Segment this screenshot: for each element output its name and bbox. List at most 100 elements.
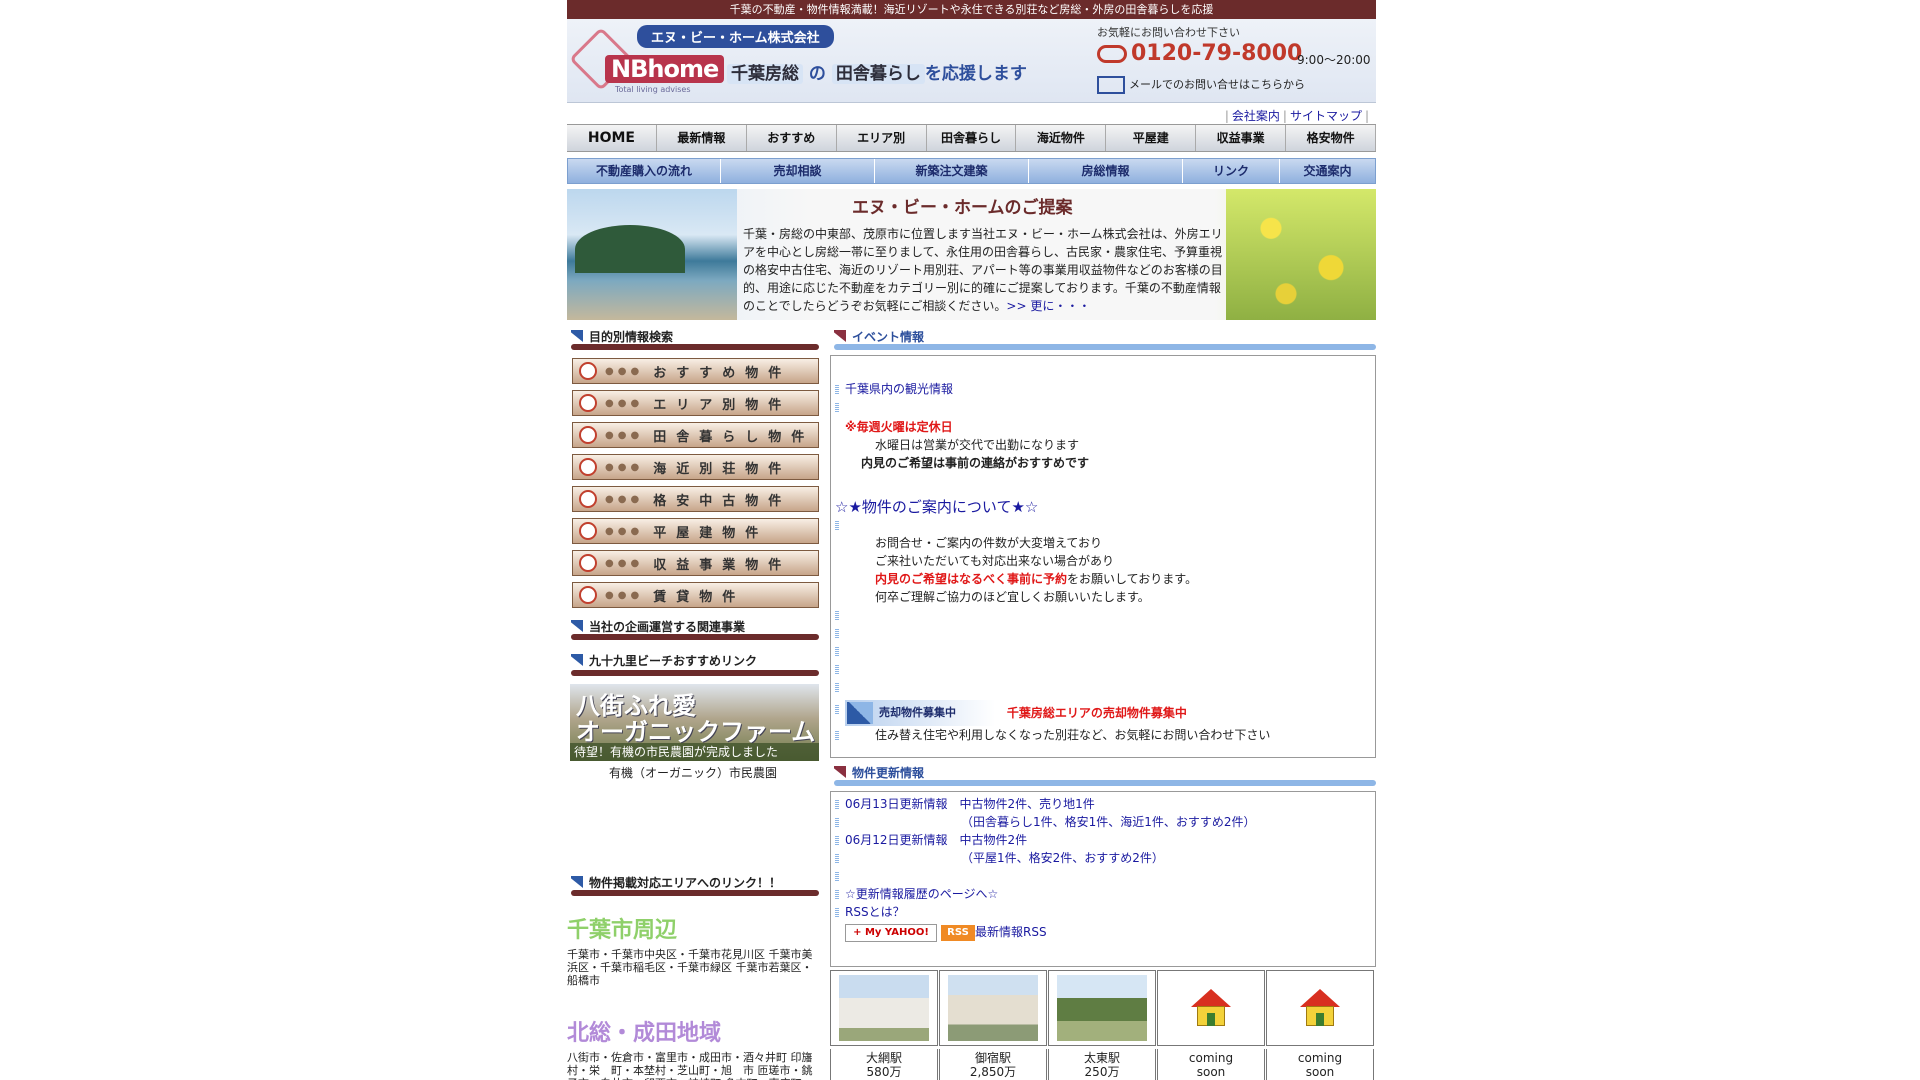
nav-latest[interactable]: 最新情報 bbox=[657, 125, 747, 151]
phone-number: 0120-79-8000 bbox=[1097, 41, 1302, 66]
banner-title: エヌ・ビー・ホームのご提案 bbox=[852, 198, 1073, 218]
rss-icon[interactable]: RSS bbox=[941, 924, 975, 941]
arrow-icon bbox=[571, 620, 583, 632]
update-detail: （平屋1件、格安2件、おすすめ2件） bbox=[961, 851, 1164, 865]
nav-income[interactable]: 収益事業 bbox=[1196, 125, 1287, 151]
house-photo bbox=[948, 975, 1038, 1041]
property-card[interactable]: 大網駅 580万 bbox=[830, 970, 938, 1080]
nav-country-living[interactable]: 田舎暮らし bbox=[927, 125, 1017, 151]
magnifier-icon bbox=[579, 362, 597, 380]
property-card[interactable]: 太東駅 250万 bbox=[1048, 970, 1156, 1080]
magnifier-icon bbox=[579, 490, 597, 508]
nav-links[interactable]: リンク bbox=[1183, 159, 1280, 183]
magnifier-icon bbox=[579, 586, 597, 604]
arrow-icon bbox=[571, 654, 583, 666]
nav-bargain[interactable]: 格安物件 bbox=[1286, 125, 1376, 151]
property-gallery: 大網駅 580万 御宿駅 2,850万 太東駅 250万 coming soon com… bbox=[830, 970, 1376, 1080]
seaside-photo bbox=[567, 189, 737, 320]
property-guide-heading: ☆★物件のご案内について★☆ bbox=[835, 498, 1039, 516]
property-price: 580万 bbox=[866, 1065, 902, 1079]
category-recommended[interactable]: ●●● おすすめ物件 bbox=[572, 358, 819, 384]
left-column: 目的別情報検索 ●●● おすすめ物件 ●●● エリア別物件 ●●● 田舎暮らし物件 ●… bbox=[567, 328, 819, 1080]
nav-recommended[interactable]: おすすめ bbox=[747, 125, 837, 151]
update-detail: （田舎暮らし1件、格安1件、海近1件、おすすめ2件） bbox=[961, 815, 1256, 829]
category-country-living[interactable]: ●●● 田舎暮らし物件 bbox=[572, 422, 819, 448]
area-hokuso-title[interactable]: 北総・成田地域 bbox=[567, 1015, 819, 1047]
business-hours: 9:00〜20:00 bbox=[1297, 53, 1371, 67]
top-banner-text: 千葉の不動産・物件情報満載！海近リゾートや永住できる別荘など房総・外房の田舎暮ら… bbox=[567, 0, 1376, 19]
main-nav: HOME 最新情報 おすすめ エリア別 田舎暮らし 海近物件 平屋建 収益事業 … bbox=[567, 124, 1376, 152]
property-station: coming bbox=[1188, 1051, 1234, 1065]
event-line: 内見のご希望は事前の連絡がおすすめです bbox=[861, 456, 1090, 470]
category-seaside[interactable]: ●●● 海近別荘物件 bbox=[572, 454, 819, 480]
farm-caption: 有機（オーガニック）市民農園 bbox=[608, 766, 777, 780]
property-price: soon bbox=[1196, 1065, 1226, 1079]
phone-text: 0120-79-8000 bbox=[1131, 41, 1303, 66]
nav-sell-consult[interactable]: 売却相談 bbox=[721, 159, 875, 183]
nav-seaside[interactable]: 海近物件 bbox=[1016, 125, 1107, 151]
sitemap-link[interactable]: サイトマップ bbox=[1290, 109, 1362, 123]
mail-contact-link[interactable]: メールでのお問い合せはこちらから bbox=[1097, 76, 1305, 94]
update-history-link[interactable]: ☆更新情報履歴のページへ☆ bbox=[845, 887, 998, 901]
secondary-nav: 不動産購入の流れ 売却相談 新築注文建築 房総情報 リンク 交通案内 bbox=[567, 158, 1376, 184]
property-card[interactable]: 御宿駅 2,850万 bbox=[939, 970, 1047, 1080]
banner-body: 千葉・房総の中東部、茂原市に位置します当社エヌ・ビー・ホーム株式会社は、外房エリ… bbox=[743, 227, 1223, 313]
magnifier-icon bbox=[579, 554, 597, 572]
section-header-events: イベント情報 bbox=[830, 328, 1376, 352]
area-chiba-list[interactable]: 千葉市・千葉市中央区・千葉市花見川区 千葉市美浜区・千葉市稲毛区・千葉市緑区 千… bbox=[567, 948, 819, 987]
category-single-storey[interactable]: ●●● 平屋建物件 bbox=[572, 518, 819, 544]
property-station: 大網駅 bbox=[865, 1051, 902, 1065]
tourism-info-link[interactable]: 千葉県内の観光情報 bbox=[845, 382, 953, 396]
add-to-myyahoo-button[interactable]: + My YAHOO! bbox=[845, 923, 937, 942]
company-info-link[interactable]: 会社案内 bbox=[1232, 109, 1280, 123]
property-station: coming bbox=[1297, 1051, 1343, 1065]
arrow-icon bbox=[834, 330, 846, 342]
nav-boso-info[interactable]: 房総情報 bbox=[1029, 159, 1183, 183]
category-bargain[interactable]: ●●● 格安中古物件 bbox=[572, 486, 819, 512]
property-card[interactable]: coming soon bbox=[1157, 970, 1265, 1080]
page: 千葉の不動産・物件情報満載！海近リゾートや永住できる別荘など房総・外房の田舎暮ら… bbox=[567, 0, 1376, 1080]
area-hokuso-list[interactable]: 八街市・佐倉市・富里市・成田市・酒々井町 印旛村・栄 町・本埜村・芝山町・旭 市… bbox=[567, 1051, 819, 1080]
update-link[interactable]: 06月12日更新情報 中古物件2件 bbox=[845, 833, 1027, 847]
property-price: 2,850万 bbox=[969, 1065, 1017, 1079]
property-card[interactable]: coming soon bbox=[1266, 970, 1374, 1080]
magnifier-icon bbox=[579, 522, 597, 540]
event-line: 水曜日は営業が交代で出勤になります bbox=[875, 438, 1080, 452]
arrow-icon bbox=[571, 876, 583, 888]
event-info-box: 千葉県内の観光情報 ※毎週火曜は定休日 水曜日は営業が交代で出勤になります 内見… bbox=[830, 355, 1376, 758]
nav-custom-build[interactable]: 新築注文建築 bbox=[875, 159, 1029, 183]
area-chiba-title[interactable]: 千葉市周辺 bbox=[567, 912, 819, 944]
section-header-search: 目的別情報検索 bbox=[567, 328, 819, 352]
section-header-beach[interactable]: 九十九里ビーチおすすめリンク bbox=[567, 652, 819, 678]
rss-about-link[interactable]: RSSとは？ bbox=[845, 905, 905, 919]
envelope-icon bbox=[1097, 76, 1125, 94]
farm-title-2: オーガニックファーム bbox=[576, 718, 816, 746]
organic-farm-banner[interactable]: 八街ふれ愛 オーガニックファーム 待望！有機の市民農園が完成しました bbox=[570, 684, 819, 761]
contact-note: お気軽にお問い合わせ下さい bbox=[1097, 26, 1240, 39]
arrow-icon bbox=[834, 766, 846, 778]
category-income[interactable]: ●●● 収益事業物件 bbox=[572, 550, 819, 576]
section-header-related: 当社の企画運営する関連事業 bbox=[567, 618, 819, 642]
sale-wanted-badge[interactable]: 売却物件募集中 bbox=[845, 700, 995, 726]
sale-wanted-title[interactable]: 千葉房総エリアの売却物件募集中 bbox=[1007, 706, 1187, 720]
category-by-area[interactable]: ●●● エリア別物件 bbox=[572, 390, 819, 416]
nav-single-storey[interactable]: 平屋建 bbox=[1106, 125, 1197, 151]
magnifier-icon bbox=[579, 458, 597, 476]
update-link[interactable]: 06月13日更新情報 中古物件2件、売り地1件 bbox=[845, 797, 1095, 811]
property-price: soon bbox=[1305, 1065, 1335, 1079]
house-icon bbox=[1300, 989, 1340, 1027]
latest-rss-link[interactable]: 最新情報RSS bbox=[975, 925, 1047, 939]
site-header: NBhome Total living advises エヌ・ビー・ホーム株式会… bbox=[567, 19, 1376, 103]
nav-purchase-flow[interactable]: 不動産購入の流れ bbox=[568, 159, 721, 183]
nav-by-area[interactable]: エリア別 bbox=[837, 125, 927, 151]
banner-text: 千葉・房総の中東部、茂原市に位置します当社エヌ・ビー・ホーム株式会社は、外房エリ… bbox=[743, 225, 1223, 315]
farm-subtitle: 待望！有機の市民農園が完成しました bbox=[570, 743, 819, 761]
read-more-link[interactable]: >> 更に・・・ bbox=[1006, 299, 1090, 313]
category-rental[interactable]: ●●● 賃貸物件 bbox=[572, 582, 819, 608]
rapeseed-flowers-photo bbox=[1226, 189, 1376, 320]
utility-nav: | 会社案内 | サイトマップ | bbox=[1224, 109, 1369, 123]
nav-home[interactable]: HOME bbox=[567, 125, 657, 151]
nav-access[interactable]: 交通案内 bbox=[1280, 159, 1375, 183]
property-station: 太東駅 bbox=[1083, 1051, 1120, 1065]
event-line: 何卒ご理解ご協力のほど宜しくお願いいたします。 bbox=[875, 590, 1150, 604]
